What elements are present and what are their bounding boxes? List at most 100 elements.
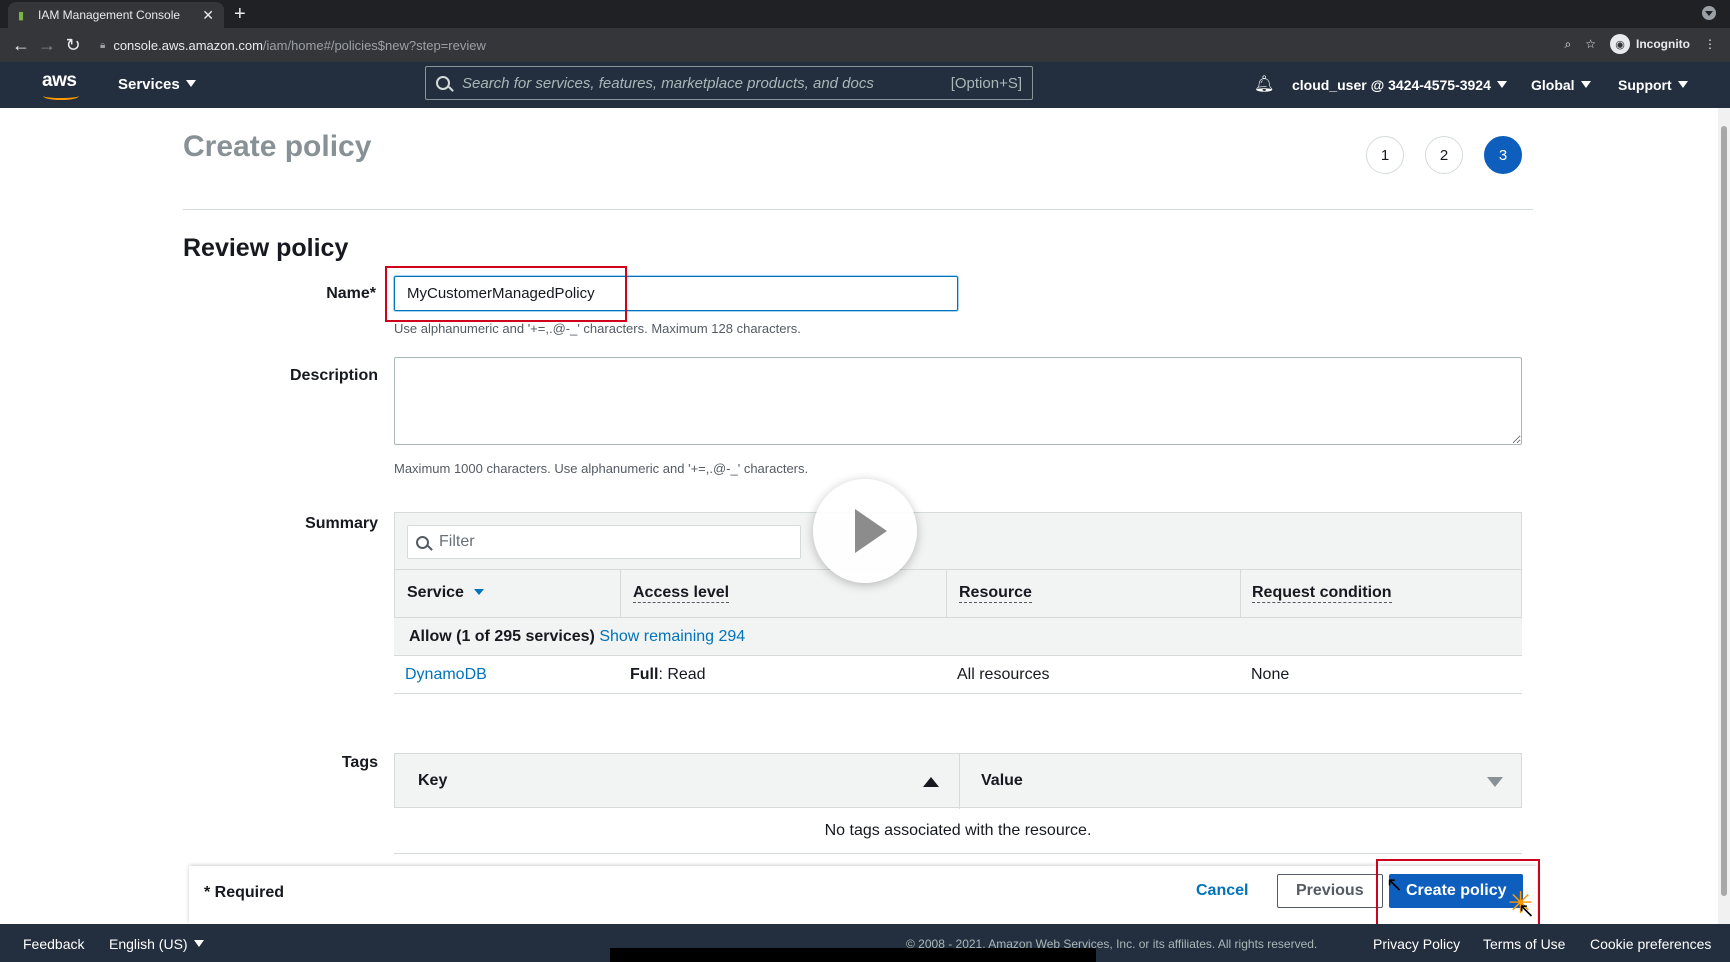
cookie-preferences-link[interactable]: Cookie preferences (1590, 936, 1711, 952)
language-label: English (US) (109, 936, 188, 952)
aws-smile-icon (43, 92, 79, 100)
notifications-bell-icon[interactable]: 🔔︎ (1254, 74, 1274, 94)
address-bar[interactable]: 🔒︎ console.aws.amazon.com/iam/home#/poli… (100, 32, 1550, 58)
create-policy-button[interactable]: Create policy (1389, 874, 1524, 908)
sort-up-icon[interactable] (923, 777, 939, 787)
access-level-cell: Full: Read (630, 666, 706, 684)
search-shortcut: [Option+S] (950, 74, 1022, 92)
search-placeholder: Search for services, features, marketpla… (462, 74, 874, 92)
step-2[interactable]: 2 (1425, 136, 1463, 174)
reload-icon[interactable]: ↻ (60, 35, 86, 56)
name-label: Name* (326, 285, 376, 302)
resource-cell: All resources (957, 666, 1050, 683)
search-icon (436, 76, 450, 90)
forward-icon[interactable]: → (34, 35, 60, 56)
form-footer: * Required Cancel Previous Create policy (189, 866, 1537, 924)
step-1[interactable]: 1 (1366, 136, 1404, 174)
summary-toolbar: Filter (394, 512, 1522, 570)
show-remaining-link[interactable]: Show remaining 294 (599, 628, 745, 645)
page-title: Create policy (183, 130, 372, 163)
region-label: Global (1531, 77, 1575, 93)
new-tab-icon[interactable]: + (234, 3, 246, 26)
url-host: console.aws.amazon.com (113, 37, 263, 53)
caret-down-icon (185, 80, 196, 87)
caret-down-icon (1677, 81, 1688, 88)
caret-down-icon (1496, 81, 1507, 88)
aws-search-bar[interactable]: Search for services, features, marketpla… (425, 66, 1033, 100)
incognito-label[interactable]: Incognito (1636, 37, 1690, 51)
browser-tab-bar: ▮ IAM Management Console ✕ + (0, 0, 1730, 28)
sort-down-icon[interactable] (1487, 777, 1503, 787)
services-menu[interactable]: Services (118, 76, 196, 93)
description-textarea[interactable] (394, 357, 1522, 445)
column-header-value[interactable]: Value (981, 772, 1023, 790)
summary-label: Summary (305, 515, 378, 532)
browser-toolbar: ← → ↻ 🔒︎ console.aws.amazon.com/iam/home… (0, 28, 1730, 62)
column-header-service[interactable]: Service (407, 584, 484, 602)
service-link-dynamodb[interactable]: DynamoDB (405, 666, 487, 684)
lock-icon: 🔒︎ (100, 39, 106, 51)
scrollbar-thumb[interactable] (1721, 126, 1727, 896)
feedback-link[interactable]: Feedback (23, 936, 84, 952)
account-menu[interactable]: cloud_user @ 3424-4575-3924 (1292, 77, 1507, 93)
tags-label: Tags (341, 754, 378, 771)
account-label: cloud_user @ 3424-4575-3924 (1292, 77, 1491, 93)
name-hint: Use alphanumeric and '+=,.@-_' character… (394, 321, 801, 336)
aws-favicon-icon: ▮ (18, 10, 25, 22)
bookmark-star-icon[interactable]: ☆ (1585, 37, 1596, 51)
column-header-resource[interactable]: Resource (959, 584, 1032, 603)
incognito-icon[interactable]: ◉ (1610, 34, 1630, 54)
page-scrollbar[interactable] (1718, 108, 1730, 924)
tags-empty-message: No tags associated with the resource. (394, 808, 1522, 854)
description-hint: Maximum 1000 characters. Use alphanumeri… (394, 461, 809, 476)
description-label: Description (289, 367, 378, 384)
aws-logo[interactable]: aws (42, 70, 79, 100)
condition-cell: None (1251, 666, 1290, 683)
services-label: Services (118, 76, 180, 93)
column-service-label: Service (407, 584, 464, 601)
language-selector[interactable]: English (US) (109, 936, 204, 952)
support-menu[interactable]: Support (1618, 77, 1688, 93)
access-level-rest: : Read (658, 666, 706, 683)
column-header-access-level[interactable]: Access level (633, 584, 730, 603)
tab-search-icon[interactable] (1702, 6, 1716, 20)
caret-down-icon (1580, 81, 1591, 88)
column-separator (959, 754, 960, 809)
terms-of-use-link[interactable]: Terms of Use (1483, 936, 1565, 952)
column-header-request-condition[interactable]: Request condition (1252, 584, 1392, 603)
allow-group-row: Allow (1 of 295 services) Show remaining… (394, 618, 1522, 656)
column-separator (620, 570, 621, 618)
region-menu[interactable]: Global (1531, 77, 1591, 93)
caret-down-icon (193, 940, 204, 947)
column-separator (1240, 570, 1241, 618)
privacy-policy-link[interactable]: Privacy Policy (1373, 936, 1460, 952)
play-button-icon[interactable] (813, 479, 917, 583)
zoom-icon[interactable]: ⌕ (1565, 37, 1572, 52)
column-separator (946, 570, 947, 618)
video-subtitle-bar (610, 948, 1096, 962)
browser-menu-icon[interactable]: ⋮ (1704, 37, 1716, 51)
access-level-bold: Full (630, 666, 659, 683)
tab-title: IAM Management Console (38, 8, 181, 22)
back-icon[interactable]: ← (8, 35, 34, 56)
divider (183, 209, 1533, 210)
cancel-button[interactable]: Cancel (1196, 882, 1248, 900)
close-tab-icon[interactable]: ✕ (202, 7, 214, 24)
filter-placeholder: Filter (439, 533, 475, 550)
cursor-icon: ↖ (1518, 900, 1535, 922)
url-path: /iam/home#/policies$new?step=review (262, 37, 486, 53)
previous-button[interactable]: Previous (1277, 874, 1383, 908)
allow-text: Allow (1 of 295 services) (409, 628, 595, 645)
table-row: DynamoDB Full: Read All resources None (394, 656, 1522, 694)
filter-input[interactable]: Filter (407, 525, 801, 559)
policy-name-input[interactable] (394, 276, 958, 311)
section-title: Review policy (183, 234, 349, 262)
support-label: Support (1618, 77, 1672, 93)
browser-tab[interactable]: ▮ IAM Management Console ✕ (8, 2, 224, 28)
required-note: * Required (204, 884, 285, 901)
cursor-icon: ↖ (1386, 874, 1403, 896)
step-3[interactable]: 3 (1484, 136, 1522, 174)
column-header-key[interactable]: Key (418, 772, 447, 790)
aws-logo-text: aws (42, 70, 77, 91)
search-icon (416, 535, 429, 549)
